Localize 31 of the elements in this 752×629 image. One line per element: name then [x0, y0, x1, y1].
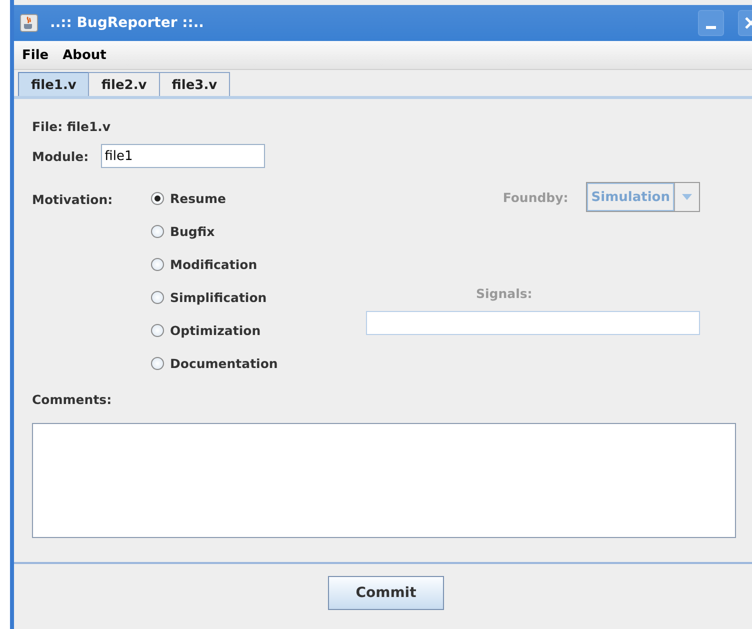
- radio-button[interactable]: [151, 192, 164, 205]
- motivation-label: Motivation:: [32, 192, 114, 209]
- minimize-icon: [706, 26, 716, 28]
- coffee-cup-icon: [20, 14, 38, 32]
- comments-field[interactable]: [32, 423, 736, 538]
- tab[interactable]: file3.v: [158, 72, 230, 96]
- tab[interactable]: file2.v: [88, 72, 160, 96]
- window-title: ..:: BugReporter ::..: [50, 15, 204, 31]
- radio-option[interactable]: Resume: [151, 188, 278, 209]
- signals-label: Signals:: [476, 286, 534, 301]
- tab[interactable]: file1.v: [18, 72, 90, 96]
- radio-button[interactable]: [151, 291, 164, 304]
- commit-button[interactable]: Commit: [328, 576, 444, 610]
- comments-label: Comments:: [32, 392, 113, 407]
- foundby-label: Foundby:: [502, 190, 568, 204]
- radio-option[interactable]: Simplification: [151, 287, 278, 308]
- radio-option[interactable]: Bugfix: [151, 221, 278, 242]
- radio-button[interactable]: [151, 357, 164, 370]
- file-label: File: file1.v: [32, 119, 112, 134]
- caret-icon: [682, 194, 692, 200]
- minimize-button[interactable]: [698, 10, 724, 36]
- module-label: Module:: [32, 148, 89, 164]
- module-field[interactable]: file1: [100, 144, 265, 168]
- radio-button[interactable]: [151, 225, 164, 238]
- menu-item[interactable]: File: [22, 48, 49, 62]
- radio-button[interactable]: [151, 324, 164, 337]
- radio-button[interactable]: [151, 258, 164, 271]
- radio-option[interactable]: Optimization: [151, 320, 278, 341]
- radio-option[interactable]: Modification: [151, 254, 278, 275]
- menu-item[interactable]: About: [62, 48, 106, 62]
- radio-option[interactable]: Documentation: [151, 353, 278, 374]
